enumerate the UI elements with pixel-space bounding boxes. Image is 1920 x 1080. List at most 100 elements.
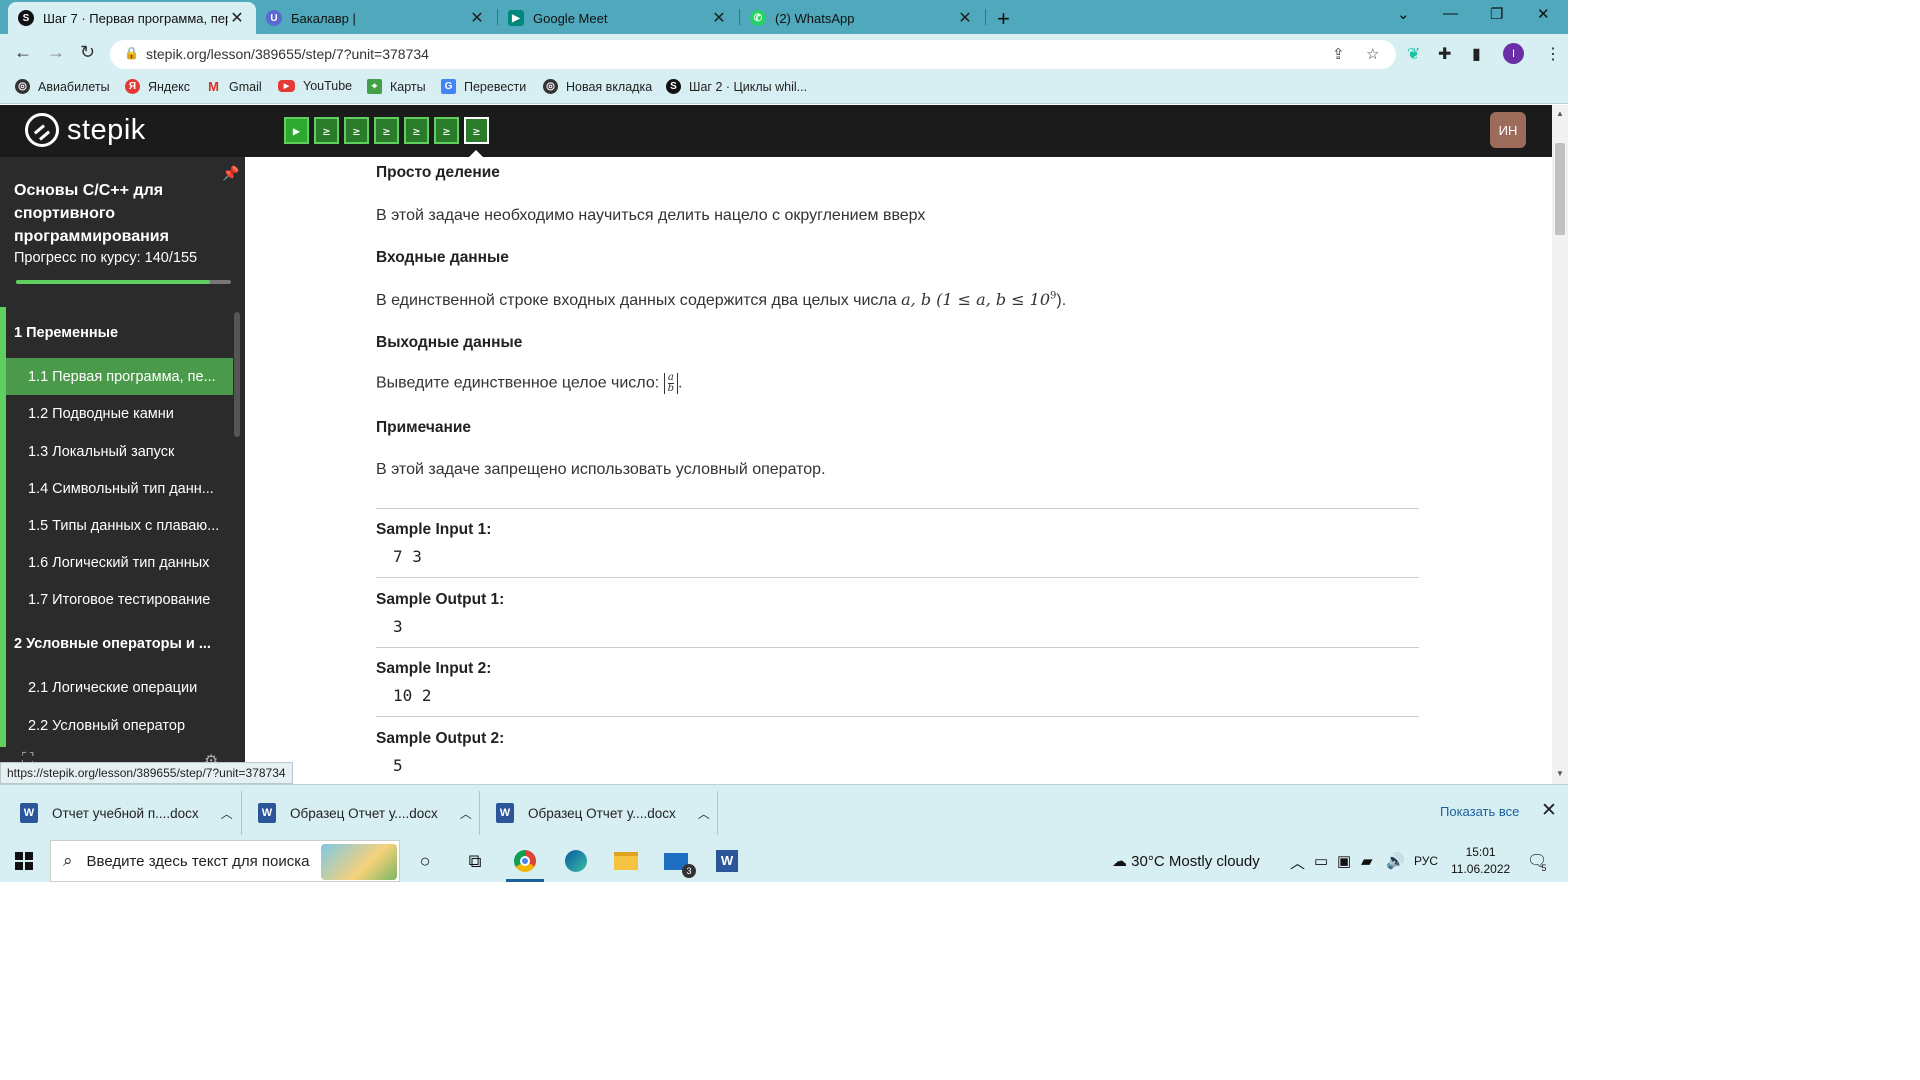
bookmark-yandex[interactable]: Я Яндекс — [125, 79, 190, 94]
step-2-code[interactable]: ≥ — [314, 117, 339, 144]
bookmark-perevesti[interactable]: G Перевести — [441, 79, 526, 94]
step-5-code[interactable]: ≥ — [404, 117, 429, 144]
puzzle-icon[interactable]: ✚ — [1438, 44, 1451, 64]
tab-google-meet[interactable]: ▶ Google Meet ✕ — [498, 2, 738, 34]
minimize-icon[interactable]: — — [1443, 5, 1458, 22]
side-panel-icon[interactable]: ▮ — [1472, 44, 1481, 64]
share-icon[interactable]: ⇪ — [1332, 45, 1345, 63]
pin-icon[interactable]: 📌 — [222, 165, 239, 182]
search-icon: ⌕ — [63, 851, 73, 870]
problem-statement: В этой задаче необходимо научиться делит… — [376, 207, 926, 224]
sample-output-1-value[interactable]: 3 — [393, 617, 403, 636]
lock-icon[interactable]: 🔒 — [124, 46, 139, 60]
page-scrollbar[interactable]: ▲ ▼ — [1552, 105, 1568, 784]
stepik-icon: S — [666, 79, 681, 94]
volume-icon[interactable]: 🔊 — [1386, 852, 1405, 870]
bookmark-gmail[interactable]: M Gmail — [206, 79, 262, 94]
close-icon[interactable]: ✕ — [228, 8, 246, 28]
notifications-icon[interactable]: 🗨5 — [1527, 851, 1552, 873]
url-text[interactable]: stepik.org/lesson/389655/step/7?unit=378… — [146, 46, 429, 62]
bookmark-new-tab[interactable]: ◎ Новая вкладка — [543, 79, 652, 94]
chevron-up-icon[interactable]: ︿ — [460, 805, 472, 822]
sample-input-2-value[interactable]: 10 2 — [393, 686, 432, 705]
windows-taskbar: ⌕ Введите здесь текст для поиска ○ ⧉ 3 W… — [0, 840, 1568, 882]
taskbar-search[interactable]: ⌕ Введите здесь текст для поиска — [50, 840, 400, 882]
edge-icon[interactable] — [563, 848, 589, 874]
scroll-down-icon[interactable]: ▼ — [1556, 769, 1564, 778]
sidebar-scrollbar[interactable] — [234, 312, 240, 437]
step-6-code[interactable]: ≥ — [434, 117, 459, 144]
new-tab-button[interactable]: + — [997, 6, 1010, 32]
close-icon[interactable]: ✕ — [468, 8, 486, 28]
meet-now-icon[interactable]: ▭ — [1314, 852, 1328, 870]
system-clock[interactable]: 15:01 11.06.2022 — [1451, 844, 1510, 878]
lesson-1-7[interactable]: 1.7 Итоговое тестирование — [6, 581, 233, 618]
module-2[interactable]: 2 Условные операторы и ... — [14, 636, 211, 652]
windows-start-icon[interactable] — [15, 852, 33, 870]
sample-output-1-label: Sample Output 1: — [376, 591, 505, 608]
chevron-up-icon[interactable]: ︿ — [698, 805, 710, 822]
reload-icon[interactable]: ↻ — [80, 42, 95, 63]
bookmark-aviabilety[interactable]: ◎ Авиабилеты — [15, 79, 110, 94]
forward-icon[interactable]: → — [47, 42, 65, 63]
scrollbar-thumb[interactable] — [1555, 143, 1565, 235]
task-view-icon[interactable]: ⧉ — [462, 848, 488, 874]
lesson-2-2[interactable]: 2.2 Условный оператор — [6, 707, 233, 744]
step-3-code[interactable]: ≥ — [344, 117, 369, 144]
scroll-up-icon[interactable]: ▲ — [1556, 109, 1564, 118]
lesson-1-2[interactable]: 1.2 Подводные камни — [6, 395, 233, 432]
bookmark-stepik-step[interactable]: S Шаг 2 · Циклы whil... — [666, 79, 807, 94]
lesson-1-5[interactable]: 1.5 Типы данных с плаваю... — [6, 507, 233, 544]
lesson-2-1[interactable]: 2.1 Логические операции — [6, 669, 233, 706]
lesson-1-6[interactable]: 1.6 Логический тип данных — [6, 544, 233, 581]
chrome-icon[interactable] — [512, 848, 538, 874]
link-status-bubble: https://stepik.org/lesson/389655/step/7?… — [0, 762, 293, 784]
step-4-code[interactable]: ≥ — [374, 117, 399, 144]
battery-icon[interactable]: ▰ — [1361, 852, 1373, 870]
file-explorer-icon[interactable] — [613, 848, 639, 874]
tab-title: Шаг 7 · Первая программа, пер — [43, 10, 228, 26]
language-indicator[interactable]: РУС — [1414, 854, 1438, 868]
close-icon[interactable]: ✕ — [1541, 799, 1557, 822]
bookmark-star-icon[interactable]: ☆ — [1366, 45, 1379, 63]
menu-icon[interactable]: ⋮ — [1545, 44, 1561, 64]
lesson-1-3[interactable]: 1.3 Локальный запуск — [6, 433, 233, 470]
show-all-downloads-link[interactable]: Показать все — [1440, 804, 1519, 819]
weather-text: 30°C Mostly cloudy — [1131, 853, 1260, 870]
cortana-icon[interactable]: ○ — [412, 848, 438, 874]
word-icon[interactable]: W — [714, 848, 740, 874]
restore-icon[interactable]: ❐ — [1490, 5, 1503, 23]
tab-bakalavr[interactable]: U Бакалавр | ✕ — [256, 2, 496, 34]
extension-icon[interactable]: ❦ — [1407, 44, 1420, 64]
tab-whatsapp[interactable]: ✆ (2) WhatsApp ✕ — [740, 2, 984, 34]
stepik-logo[interactable]: stepik — [25, 113, 146, 147]
module-1[interactable]: 1 Переменные — [14, 325, 118, 341]
mail-icon[interactable]: 3 — [663, 848, 696, 878]
lesson-1-1[interactable]: 1.1 Первая программа, пе... — [6, 358, 233, 395]
bookmark-youtube[interactable]: ▶ YouTube — [278, 79, 352, 93]
address-bar[interactable]: 🔒 stepik.org/lesson/389655/step/7?unit=3… — [110, 40, 1396, 69]
window-close-icon[interactable]: ✕ — [1537, 5, 1550, 23]
download-item[interactable]: W Образец Отчет у....docx ︿ — [496, 785, 710, 841]
chevron-up-icon[interactable]: ︿ — [221, 805, 233, 822]
step-7-code[interactable]: ≥ — [464, 117, 489, 144]
download-item[interactable]: W Отчет учебной п....docx ︿ — [20, 785, 233, 841]
weather-widget[interactable]: ☁ 30°C Mostly cloudy — [1112, 852, 1260, 870]
user-avatar[interactable]: ИН — [1490, 112, 1526, 148]
sample-output-2-value[interactable]: 5 — [393, 756, 403, 775]
download-item[interactable]: W Образец Отчет у....docx ︿ — [258, 785, 472, 841]
back-icon[interactable]: ← — [14, 42, 32, 63]
close-icon[interactable]: ✕ — [710, 8, 728, 28]
tab-stepik[interactable]: S Шаг 7 · Первая программа, пер ✕ — [8, 2, 256, 34]
sample-input-1-value[interactable]: 7 3 — [393, 547, 422, 566]
close-icon[interactable]: ✕ — [956, 8, 974, 28]
bookmark-karty[interactable]: ⌖ Карты — [367, 79, 426, 94]
tray-overflow-icon[interactable]: ︿ — [1290, 852, 1305, 873]
step-1-video[interactable]: ▶ — [284, 117, 309, 144]
browser-toolbar: ← → ↻ 🔒 stepik.org/lesson/389655/step/7?… — [0, 34, 1568, 74]
profile-avatar[interactable]: I — [1503, 43, 1524, 64]
display-icon[interactable]: ▣ — [1337, 852, 1351, 870]
lesson-1-4[interactable]: 1.4 Символьный тип данн... — [6, 470, 233, 507]
course-title[interactable]: Основы С/С++ для спортивного программиро… — [14, 179, 214, 248]
tab-search-icon[interactable]: ⌄ — [1397, 5, 1410, 23]
